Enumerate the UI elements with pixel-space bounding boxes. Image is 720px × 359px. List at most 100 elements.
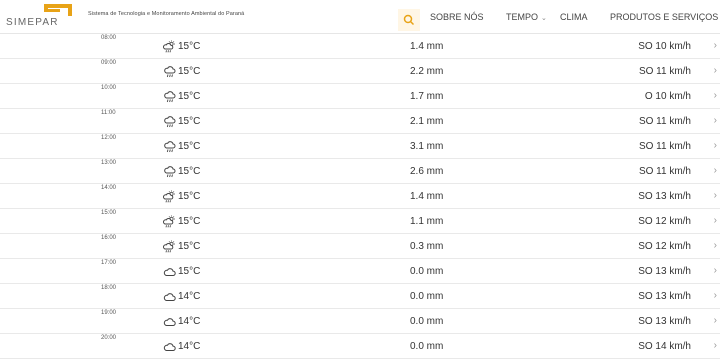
site-tagline: Sistema de Tecnologia e Monitoramento Am… (88, 11, 245, 17)
row-precipitation: 1.1 mm (410, 216, 444, 227)
row-precipitation: 1.4 mm (410, 41, 444, 52)
cloud-icon (163, 265, 176, 278)
row-precipitation: 0.0 mm (410, 266, 444, 277)
simepar-logo[interactable]: SIMEPAR (4, 3, 82, 29)
chevron-right-icon: › (713, 165, 717, 176)
forecast-row[interactable]: 11:00 15°C 2.1 mm SO 11 km/h › (0, 109, 720, 134)
chevron-right-icon: › (713, 215, 717, 226)
row-temperature: 15°C (178, 91, 201, 102)
row-precipitation: 3.1 mm (410, 141, 444, 152)
row-hour: 15:00 (101, 210, 117, 216)
nav-tempo[interactable]: TEMPO ⌄ (506, 12, 547, 22)
chevron-right-icon: › (713, 65, 717, 76)
chevron-right-icon: › (713, 115, 717, 126)
row-wind: SO 10 km/h (638, 41, 691, 52)
row-wind: SO 12 km/h (638, 241, 691, 252)
cloud-rain-icon (163, 140, 176, 153)
row-wind: SO 13 km/h (638, 266, 691, 277)
row-precipitation: 0.0 mm (410, 341, 444, 352)
row-temperature: 15°C (178, 266, 201, 277)
cloud-rain-icon (163, 90, 176, 103)
search-icon (403, 14, 415, 26)
row-precipitation: 0.0 mm (410, 316, 444, 327)
row-temperature: 14°C (178, 341, 201, 352)
forecast-row[interactable]: 18:00 14°C 0.0 mm SO 13 km/h › (0, 284, 720, 309)
sun-cloud-rain-icon (163, 40, 176, 53)
row-wind: SO 11 km/h (638, 141, 691, 152)
chevron-right-icon: › (713, 290, 717, 301)
forecast-row[interactable]: 09:00 15°C 2.2 mm SO 11 km/h › (0, 59, 720, 84)
row-precipitation: 1.7 mm (410, 91, 444, 102)
row-wind: SO 13 km/h (638, 191, 691, 202)
cloud-rain-icon (163, 65, 176, 78)
row-hour: 13:00 (101, 160, 117, 166)
forecast-row[interactable]: 13:00 15°C 2.6 mm SO 11 km/h › (0, 159, 720, 184)
row-temperature: 15°C (178, 241, 201, 252)
row-precipitation: 0.3 mm (410, 241, 444, 252)
row-temperature: 15°C (178, 141, 201, 152)
nav-tempo-label: TEMPO (506, 12, 539, 22)
row-hour: 17:00 (101, 260, 117, 266)
chevron-right-icon: › (713, 140, 717, 151)
row-hour: 10:00 (101, 85, 117, 91)
row-temperature: 15°C (178, 66, 201, 77)
row-precipitation: 2.6 mm (410, 166, 444, 177)
site-header: SIMEPAR Sistema de Tecnologia e Monitora… (0, 0, 720, 34)
sun-cloud-rain-icon (163, 215, 176, 228)
row-precipitation: 2.1 mm (410, 116, 444, 127)
nav-produtos-servicos[interactable]: PRODUTOS E SERVIÇOS⌄ (610, 12, 720, 22)
forecast-row[interactable]: 10:00 15°C 1.7 mm O 10 km/h › (0, 84, 720, 109)
search-button[interactable] (398, 9, 420, 31)
nav-produtos-label: PRODUTOS E SERVIÇOS (610, 12, 719, 22)
row-hour: 09:00 (101, 60, 117, 66)
row-hour: 12:00 (101, 135, 117, 141)
row-temperature: 15°C (178, 191, 201, 202)
row-hour: 16:00 (101, 235, 117, 241)
row-temperature: 15°C (178, 166, 201, 177)
forecast-row[interactable]: 19:00 14°C 0.0 mm SO 13 km/h › (0, 309, 720, 334)
row-hour: 18:00 (101, 285, 117, 291)
row-temperature: 14°C (178, 291, 201, 302)
chevron-right-icon: › (713, 190, 717, 201)
nav-clima-label: CLIMA (560, 12, 588, 22)
row-wind: SO 12 km/h (638, 216, 691, 227)
cloud-rain-icon (163, 165, 176, 178)
chevron-down-icon: ⌄ (541, 15, 547, 22)
row-wind: SO 11 km/h (638, 116, 691, 127)
row-wind: SO 13 km/h (638, 316, 691, 327)
row-temperature: 14°C (178, 316, 201, 327)
forecast-row[interactable]: 17:00 15°C 0.0 mm SO 13 km/h › (0, 259, 720, 284)
row-hour: 19:00 (101, 310, 117, 316)
cloud-icon (163, 340, 176, 353)
row-wind: SO 13 km/h (638, 291, 691, 302)
chevron-right-icon: › (713, 240, 717, 251)
row-wind: SO 11 km/h (638, 166, 691, 177)
forecast-row[interactable]: 20:00 14°C 0.0 mm SO 14 km/h › (0, 334, 720, 359)
forecast-row[interactable]: 15:00 15°C 1.1 mm SO 12 km/h › (0, 209, 720, 234)
nav-clima[interactable]: CLIMA (560, 12, 588, 22)
row-hour: 14:00 (101, 185, 117, 191)
chevron-right-icon: › (713, 40, 717, 51)
row-temperature: 15°C (178, 116, 201, 127)
sun-cloud-rain-icon (163, 190, 176, 203)
row-precipitation: 1.4 mm (410, 191, 444, 202)
logo-text: SIMEPAR (6, 17, 59, 28)
row-hour: 08:00 (101, 35, 117, 41)
forecast-row[interactable]: 08:00 15°C 1.4 mm SO 10 km/h › (0, 34, 720, 59)
nav-sobre-nos[interactable]: SOBRE NÓS (430, 12, 484, 22)
cloud-icon (163, 290, 176, 303)
chevron-right-icon: › (713, 315, 717, 326)
row-wind: SO 11 km/h (638, 66, 691, 77)
chevron-right-icon: › (713, 265, 717, 276)
nav-sobre-label: SOBRE NÓS (430, 12, 484, 22)
row-precipitation: 0.0 mm (410, 291, 444, 302)
forecast-row[interactable]: 14:00 15°C 1.4 mm SO 13 km/h › (0, 184, 720, 209)
row-temperature: 15°C (178, 41, 201, 52)
sun-cloud-rain-icon (163, 240, 176, 253)
forecast-row[interactable]: 16:00 15°C 0.3 mm SO 12 km/h › (0, 234, 720, 259)
forecast-row[interactable]: 12:00 15°C 3.1 mm SO 11 km/h › (0, 134, 720, 159)
row-precipitation: 2.2 mm (410, 66, 444, 77)
chevron-right-icon: › (713, 90, 717, 101)
cloud-rain-icon (163, 115, 176, 128)
cloud-icon (163, 315, 176, 328)
